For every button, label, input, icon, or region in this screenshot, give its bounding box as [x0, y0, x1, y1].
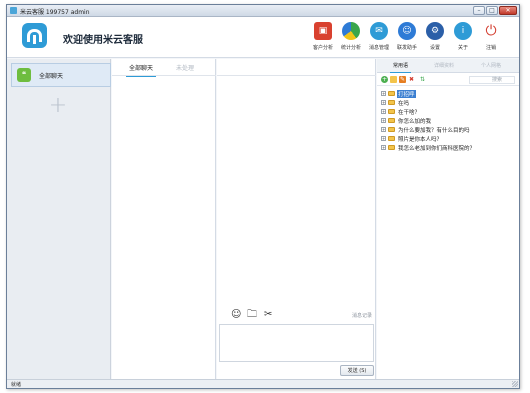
- close-button[interactable]: ✕: [499, 6, 517, 15]
- folder-icon: [388, 100, 395, 105]
- tool-label: 统计分析: [340, 45, 361, 51]
- folder-icon: [388, 136, 395, 141]
- tool-label: 设置: [429, 45, 440, 51]
- nav-item-label: 全部聊天: [39, 72, 64, 80]
- list-item[interactable]: + 在干啥？: [381, 107, 421, 116]
- people-icon: ☺: [398, 22, 416, 40]
- right-panel: 常用语 详细资料 个人网格 + ✎ ✖ ⇅ 搜索 + 打招呼 + 在吗 + 在干…: [377, 59, 519, 379]
- scissors-icon[interactable]: ✂: [264, 310, 272, 320]
- left-nav: ❝ 全部聊天 +: [7, 59, 111, 379]
- chat-toolbar: ☺ 🗀 ✂ 消息记录: [217, 309, 376, 323]
- phrase-label: 打招呼: [397, 89, 416, 98]
- move-icon[interactable]: ⇅: [418, 76, 427, 83]
- status-bar: 就绪: [7, 379, 519, 388]
- conversation-list: 全部聊天 未处理: [112, 59, 216, 379]
- emoji-icon[interactable]: ☺: [231, 310, 241, 320]
- add-phrase-icon[interactable]: +: [381, 76, 388, 83]
- right-tabs: 常用语 详细资料 个人网格: [377, 59, 519, 73]
- resize-grip-icon[interactable]: [512, 381, 518, 387]
- phrase-label: 在干啥？: [398, 109, 421, 116]
- folder-icon: [388, 118, 395, 123]
- message-history-link[interactable]: 消息记录: [352, 312, 372, 319]
- customer-analysis-icon: ▣: [314, 22, 332, 40]
- pie-chart-icon: [342, 22, 360, 40]
- app-icon: [10, 7, 17, 14]
- tool-label: 客户分析: [312, 45, 333, 51]
- list-item[interactable]: + 你怎么加的我: [381, 116, 432, 125]
- expand-icon[interactable]: +: [381, 136, 386, 141]
- expand-icon[interactable]: +: [381, 118, 386, 123]
- expand-icon[interactable]: +: [381, 145, 386, 150]
- tab-common-phrases[interactable]: 常用语: [389, 62, 412, 73]
- status-text: 就绪: [11, 382, 22, 388]
- folder-icon: [388, 91, 395, 96]
- maximize-button[interactable]: □: [486, 6, 498, 15]
- list-item[interactable]: + 照片是你本人吗？: [381, 134, 443, 143]
- minimize-button[interactable]: –: [473, 6, 485, 15]
- info-icon: i: [454, 22, 472, 40]
- expand-icon[interactable]: +: [381, 100, 386, 105]
- gear-icon: ⚙: [426, 22, 444, 40]
- message-input[interactable]: [219, 324, 374, 362]
- phrase-search-input[interactable]: 搜索: [469, 76, 515, 84]
- list-item[interactable]: + 为什么要加我？有什么目的吗: [381, 125, 471, 134]
- chat-panel: ☺ 🗀 ✂ 消息记录 发送 (S): [217, 59, 376, 379]
- main-toolbar: 欢迎使用米云客服 ▣ 客户分析 统计分析 ✉ 消息管理 ☺ 联发助手 ⚙ 设置: [7, 17, 519, 58]
- app-window: 米云客服 199757 admin – □ ✕ 欢迎使用米云客服 ▣ 客户分析 …: [6, 4, 520, 389]
- logout-button[interactable]: ⏻ 注销: [473, 20, 509, 56]
- tool-label: 联发助手: [396, 45, 417, 51]
- expand-icon[interactable]: +: [381, 127, 386, 132]
- chat-icon: ❝: [17, 68, 31, 82]
- folder-icon: [388, 127, 395, 132]
- folder-icon[interactable]: 🗀: [247, 310, 257, 320]
- tab-personal[interactable]: 个人网格: [481, 62, 501, 69]
- phrase-label: 为什么要加我？有什么目的吗: [398, 127, 470, 134]
- phrase-label: 照片是你本人吗？: [398, 136, 443, 143]
- tab-details[interactable]: 详细资料: [434, 62, 454, 69]
- phrase-label: 你怎么加的我: [398, 118, 432, 125]
- phrase-label: 在吗: [398, 100, 410, 107]
- tool-label: 消息管理: [368, 45, 389, 51]
- tool-label: 注销: [485, 45, 496, 51]
- title-bar[interactable]: 米云客服 199757 admin – □ ✕: [7, 5, 519, 17]
- chat-header: [217, 59, 376, 76]
- edit-icon[interactable]: ✎: [399, 76, 406, 83]
- list-item[interactable]: + 我怎么老加到你们商科医院的？: [381, 143, 476, 152]
- phrase-label: 我怎么老加到你们商科医院的？: [398, 145, 476, 152]
- message-bubble-icon: ✉: [370, 22, 388, 40]
- tab-all-chats[interactable]: 全部聊天: [125, 63, 157, 77]
- mi-logo-icon: [22, 23, 47, 48]
- tab-unread[interactable]: 未处理: [176, 63, 194, 72]
- power-icon: ⏻: [482, 22, 500, 40]
- send-button[interactable]: 发送 (S): [340, 365, 374, 376]
- expand-icon[interactable]: +: [381, 91, 386, 96]
- welcome-title: 欢迎使用米云客服: [63, 35, 143, 46]
- new-folder-icon[interactable]: [390, 76, 397, 83]
- folder-icon: [388, 109, 395, 114]
- add-icon[interactable]: +: [47, 95, 69, 117]
- expand-icon[interactable]: +: [381, 109, 386, 114]
- window-title: 米云客服 199757 admin: [20, 9, 90, 16]
- window-controls: – □ ✕: [473, 6, 517, 15]
- phrase-toolbar: + ✎ ✖ ⇅ 搜索: [377, 74, 519, 86]
- list-item[interactable]: + 打招呼: [381, 89, 416, 98]
- list-item[interactable]: + 在吗: [381, 98, 410, 107]
- conversation-tabs: 全部聊天 未处理: [112, 59, 216, 77]
- nav-item-all-chats[interactable]: ❝ 全部聊天: [11, 63, 111, 87]
- folder-icon: [388, 145, 395, 150]
- tool-label: 关于: [457, 45, 468, 51]
- delete-icon[interactable]: ✖: [408, 76, 415, 83]
